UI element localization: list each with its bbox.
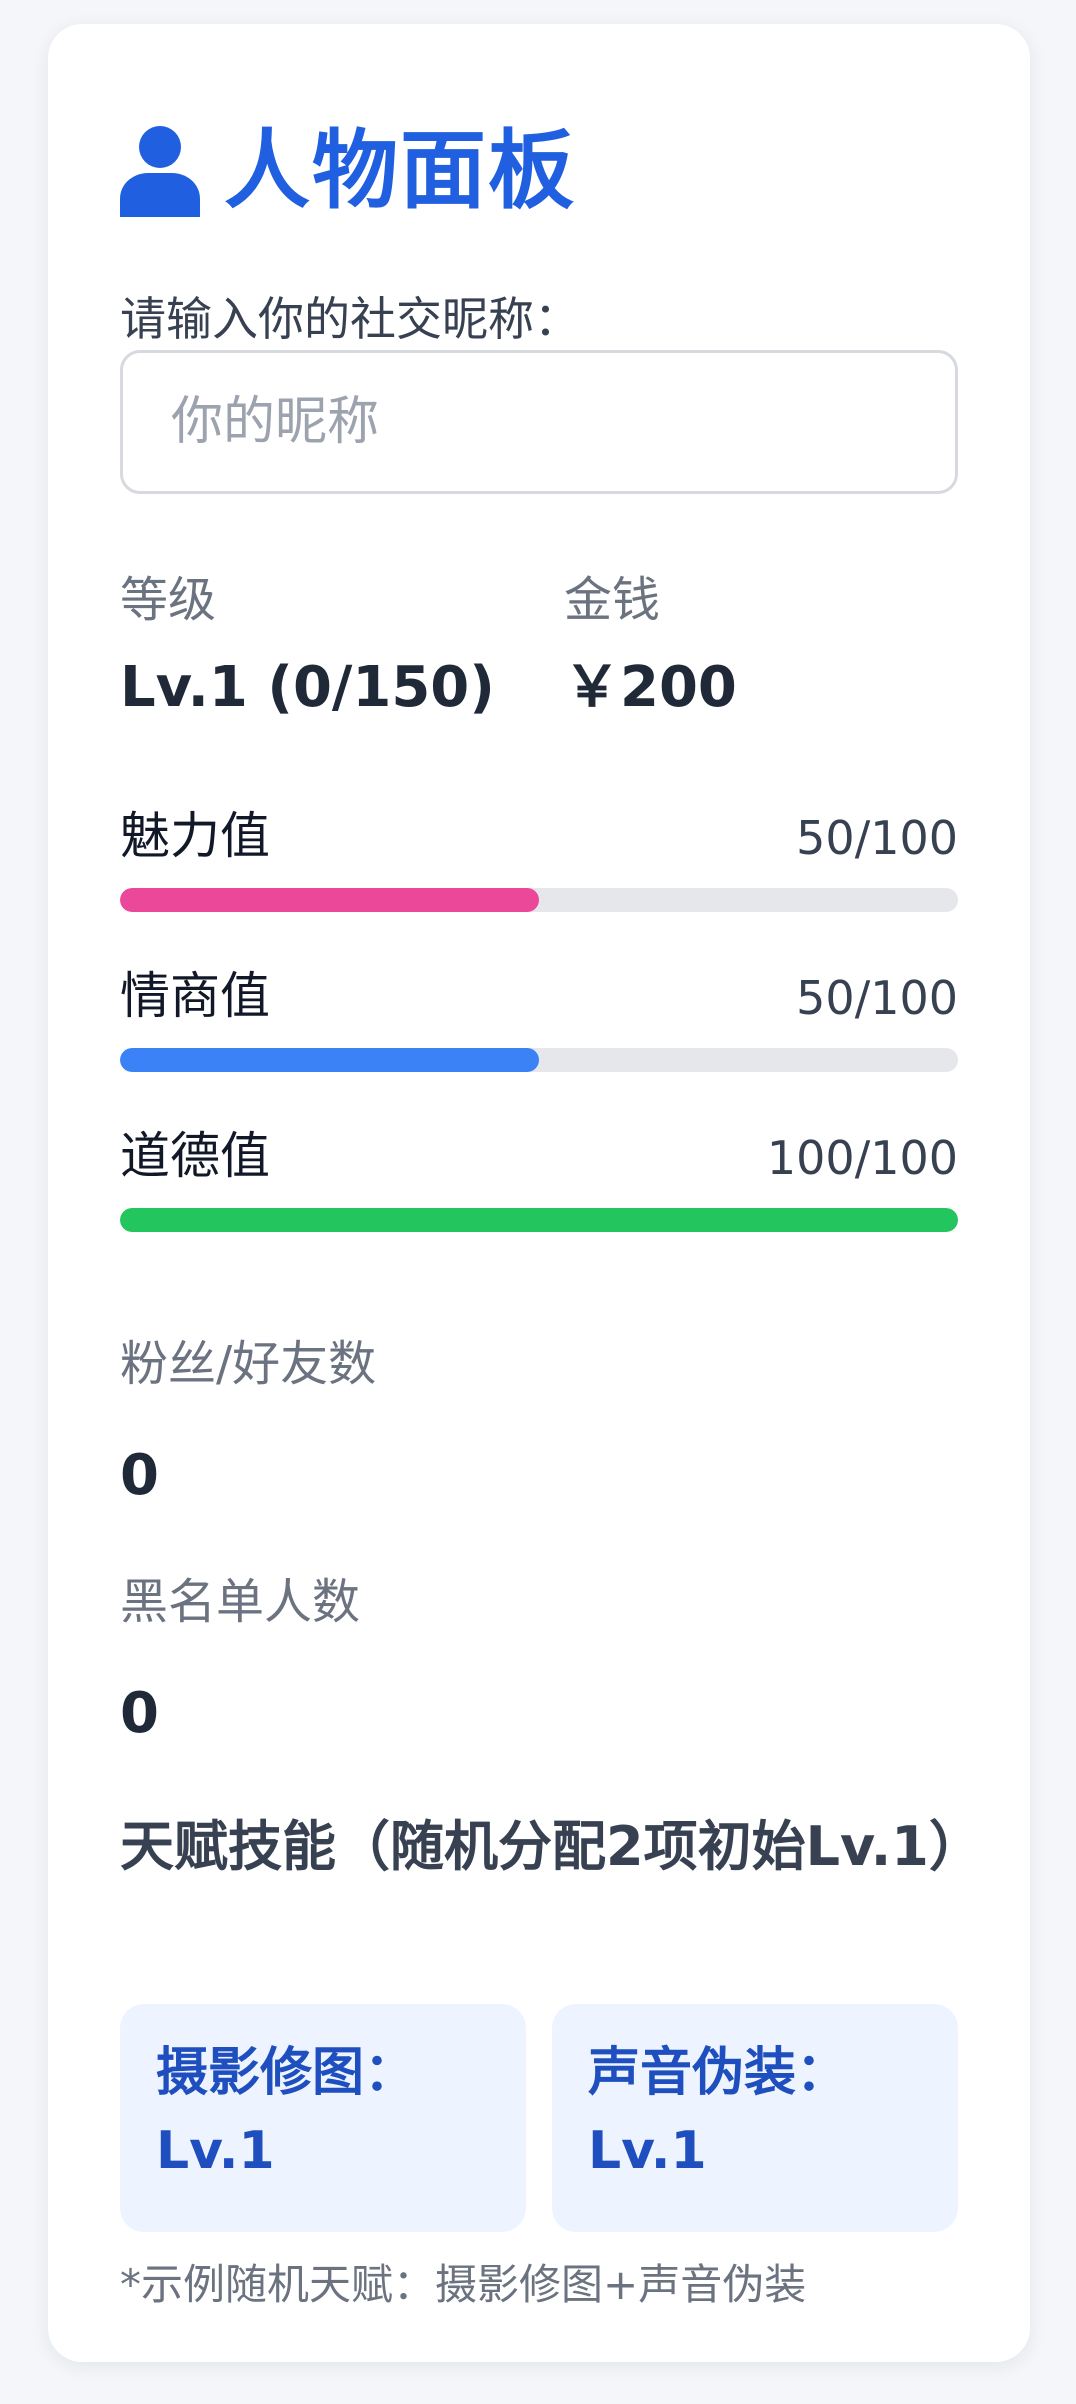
fans-count-label: 粉丝/好友数 bbox=[120, 1336, 377, 1392]
money-value: ￥200 bbox=[564, 654, 737, 720]
eq-bar-value: 50/100 bbox=[796, 970, 958, 1025]
morality-bar-track bbox=[120, 1208, 958, 1232]
charm-bar-value: 50/100 bbox=[796, 810, 958, 865]
panel-header: 人物面板 bbox=[120, 116, 958, 226]
talent-note: *示例随机天赋：摄影修图+声音伪装 bbox=[120, 2260, 807, 2309]
eq-bar: 情商值 50/100 bbox=[120, 962, 958, 1072]
nickname-label: 请输入你的社交昵称： bbox=[120, 292, 580, 346]
talent-skill-list: 摄影修图： Lv.1 声音伪装： Lv.1 bbox=[120, 2004, 958, 2232]
skill-card-photography: 摄影修图： Lv.1 bbox=[120, 2004, 526, 2232]
morality-bar: 道德值 100/100 bbox=[120, 1122, 958, 1232]
user-icon bbox=[120, 126, 200, 217]
eq-bar-fill bbox=[120, 1048, 539, 1072]
blacklist-count-label: 黑名单人数 bbox=[120, 1574, 361, 1630]
charm-bar: 魅力值 50/100 bbox=[120, 802, 958, 912]
page-title: 人物面板 bbox=[224, 121, 576, 221]
blacklist-count-value: 0 bbox=[120, 1681, 159, 1746]
eq-bar-track bbox=[120, 1048, 958, 1072]
morality-bar-fill bbox=[120, 1208, 958, 1232]
skill-name: 声音伪装： bbox=[588, 2043, 849, 2103]
eq-bar-label: 情商值 bbox=[120, 967, 270, 1025]
money-caption: 金钱 bbox=[564, 572, 661, 628]
character-panel-card: 人物面板 请输入你的社交昵称： 等级 Lv.1 (0/150) 金钱 ￥200 … bbox=[48, 24, 1030, 2362]
nickname-input[interactable] bbox=[120, 350, 958, 494]
level-value: Lv.1 (0/150) bbox=[120, 654, 495, 720]
morality-bar-label: 道德值 bbox=[120, 1127, 270, 1185]
skill-name: 摄影修图： bbox=[156, 2043, 417, 2103]
skill-level: Lv.1 bbox=[588, 2121, 707, 2181]
morality-bar-value: 100/100 bbox=[766, 1130, 958, 1185]
level-caption: 等级 bbox=[120, 572, 217, 628]
level-stat: 等级 Lv.1 (0/150) bbox=[120, 572, 495, 721]
charm-bar-track bbox=[120, 888, 958, 912]
skill-level: Lv.1 bbox=[156, 2121, 275, 2181]
skill-card-voice-disguise: 声音伪装： Lv.1 bbox=[552, 2004, 958, 2232]
charm-bar-label: 魅力值 bbox=[120, 807, 270, 865]
talent-heading: 天赋技能（随机分配2项初始Lv.1） bbox=[120, 1815, 983, 1878]
fans-count-value: 0 bbox=[120, 1443, 159, 1508]
charm-bar-fill bbox=[120, 888, 539, 912]
money-stat: 金钱 ￥200 bbox=[564, 572, 737, 721]
